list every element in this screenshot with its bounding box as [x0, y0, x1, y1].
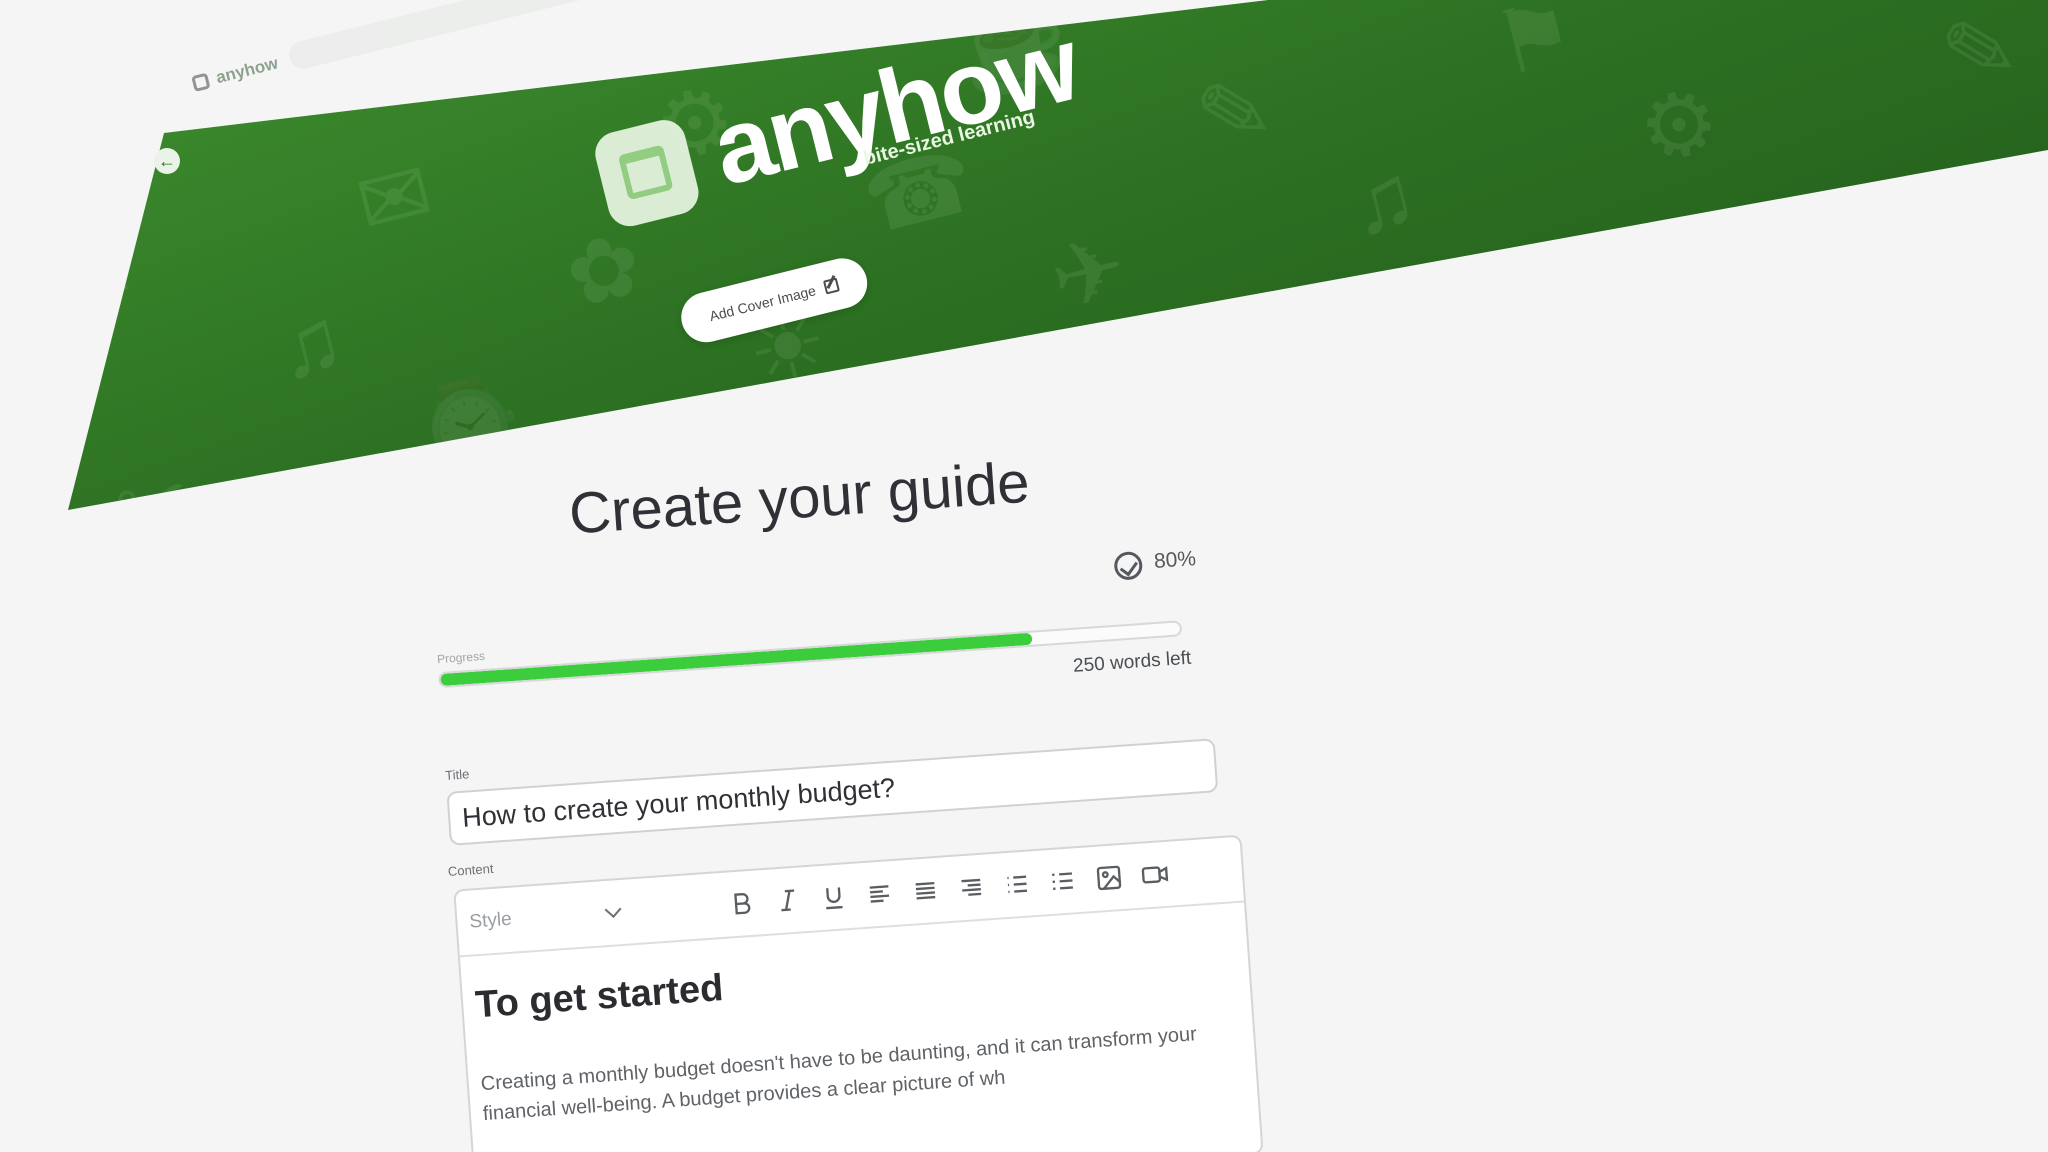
browser-logo-text: anyhow — [213, 53, 280, 88]
page-title: Create your guide — [567, 449, 1032, 547]
underline-icon[interactable] — [809, 876, 858, 919]
list-icon[interactable] — [1039, 860, 1088, 903]
content-editor[interactable]: Style To get started Creating a monthly … — [453, 834, 1264, 1152]
align-right-icon[interactable] — [947, 866, 996, 909]
video-icon[interactable] — [1131, 853, 1180, 896]
title-input[interactable]: How to create your monthly budget? — [446, 738, 1219, 846]
chevron-down-icon — [604, 901, 622, 919]
check-circle-icon — [1113, 550, 1144, 581]
back-icon[interactable]: ← — [154, 148, 180, 174]
app-screen: anyhow ✎ ✉ ⚙ ☕ ✂ ☀ ⌂ ✈ ♫ ✿ ☎ ✎ ⚑ ❀ ☂ ✉ ✂… — [0, 0, 2048, 1152]
align-justify-icon[interactable] — [901, 869, 950, 912]
align-left-icon[interactable] — [855, 872, 904, 915]
italic-icon[interactable] — [763, 879, 812, 922]
content-label: Content — [447, 860, 494, 879]
words-left: 250 words left — [1072, 647, 1192, 677]
bullet-list-icon[interactable] — [993, 863, 1042, 906]
address-bar[interactable] — [286, 0, 711, 72]
style-dropdown-value: Style — [468, 908, 513, 933]
bold-icon[interactable] — [718, 882, 767, 925]
add-cover-image-label: Add Cover Image — [707, 282, 818, 325]
progress-bar-fill — [440, 632, 1033, 687]
content-paragraph: Creating a monthly budget doesn't have t… — [480, 1023, 1198, 1126]
browser-logo[interactable]: anyhow — [191, 53, 281, 94]
style-dropdown[interactable]: Style — [468, 901, 622, 933]
progress-bar — [438, 620, 1183, 689]
image-icon[interactable] — [1085, 856, 1134, 899]
progress-label: Progress — [436, 648, 486, 667]
title-label: Title — [444, 766, 470, 783]
app-logo-icon — [191, 72, 211, 93]
progress-percent: 80% — [1153, 547, 1197, 573]
edit-icon — [823, 277, 841, 295]
